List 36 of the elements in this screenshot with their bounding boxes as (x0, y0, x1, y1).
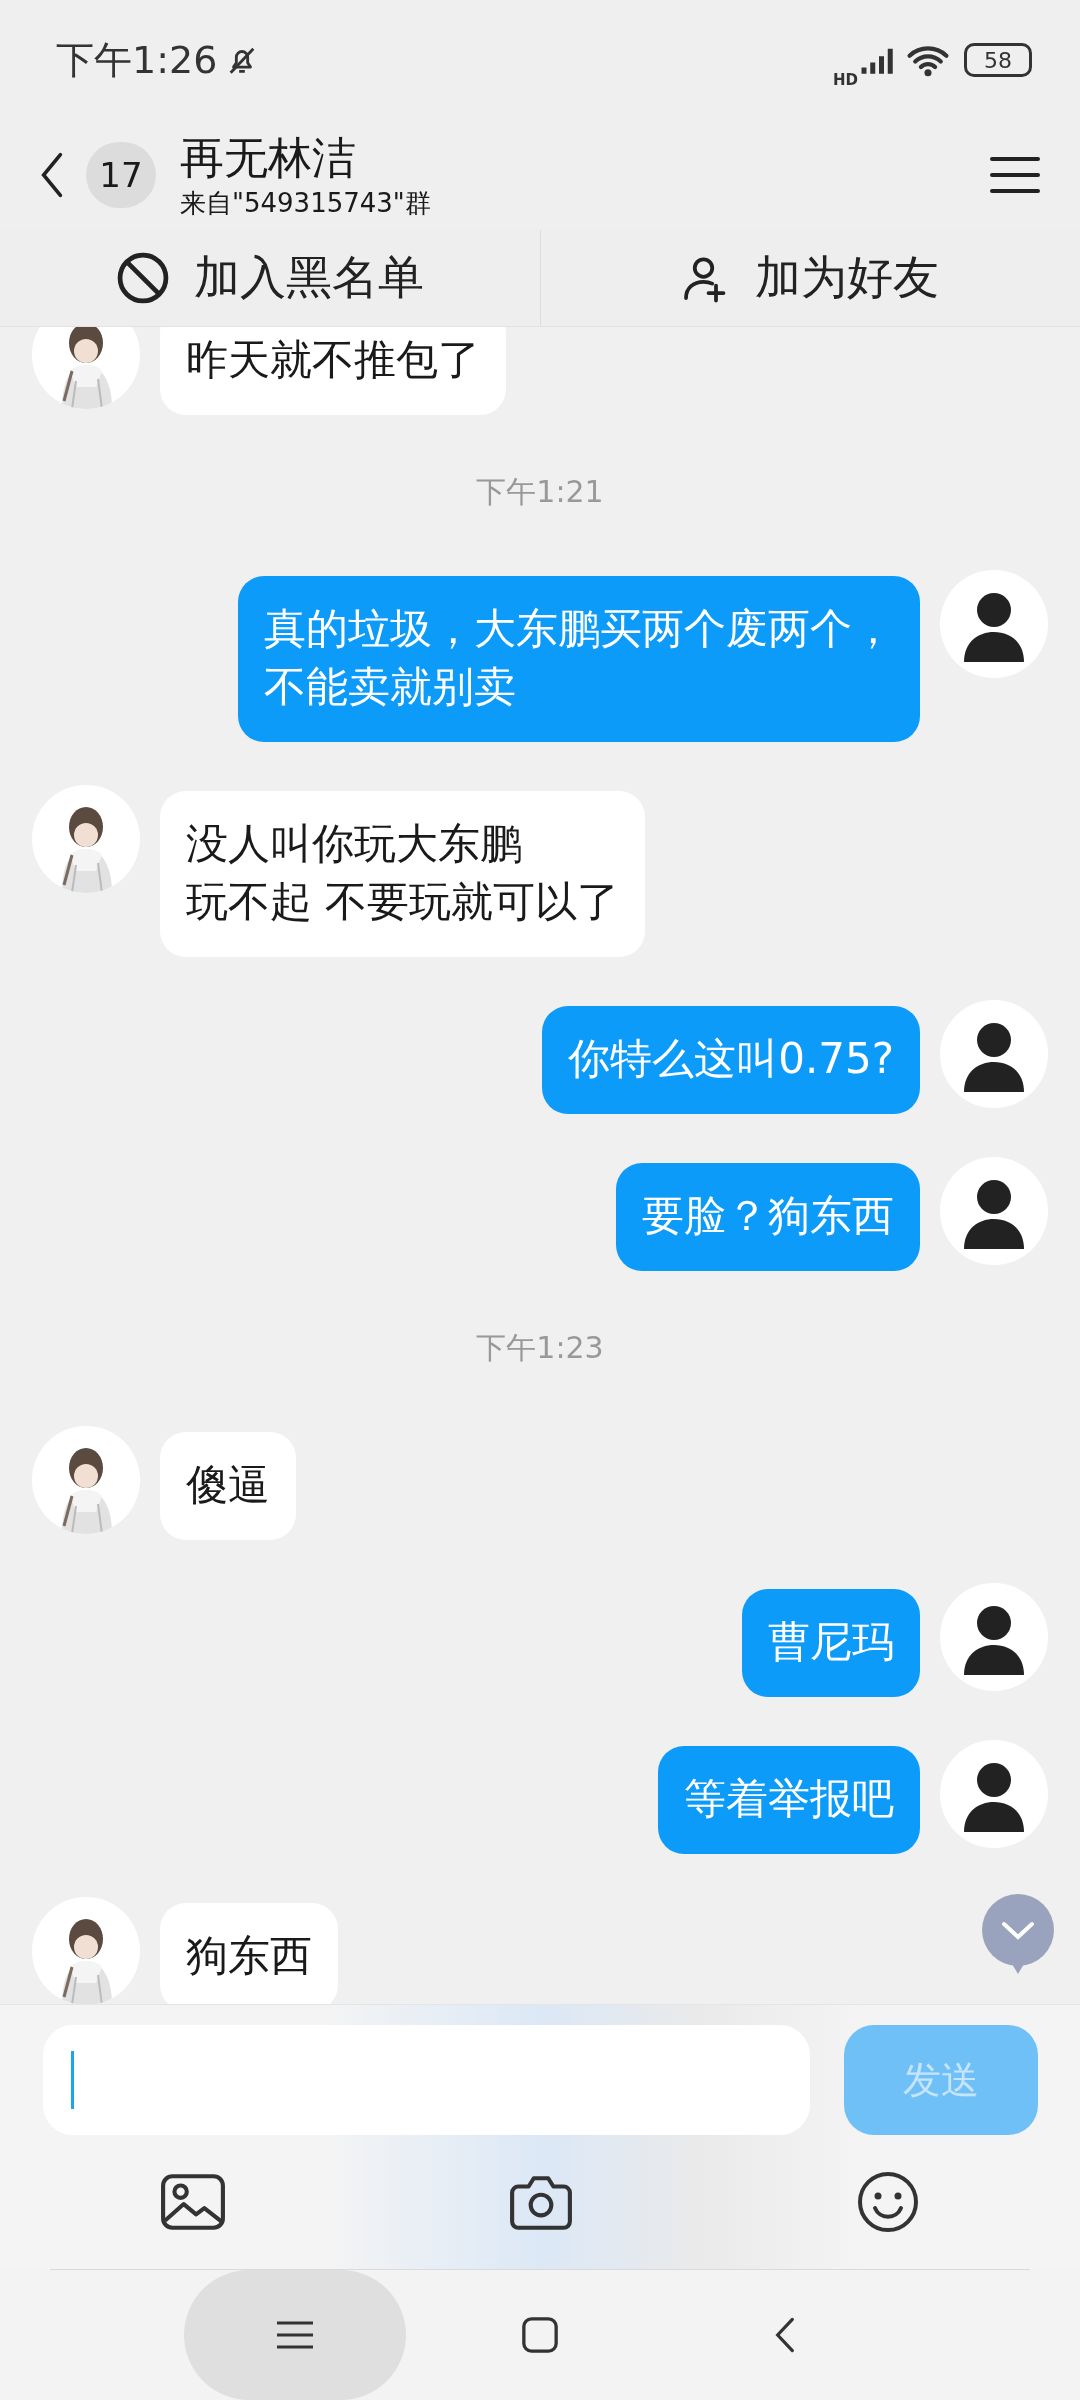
camera-icon[interactable] (508, 2173, 574, 2231)
battery-indicator: 58 (964, 43, 1032, 77)
wifi-icon (906, 43, 950, 77)
message-line: 傻逼 (186, 1459, 270, 1511)
avatar-icon (940, 1583, 1048, 1691)
chat-subtitle: 来自"549315743"群 (180, 187, 432, 220)
message-line: 狗东西 (186, 1930, 312, 1982)
emoji-icon[interactable] (856, 2170, 920, 2234)
avatar-icon (940, 570, 1048, 678)
unread-count-badge: 17 (86, 142, 156, 208)
message-line: 没人叫你玩大东鹏 (186, 818, 523, 870)
network-label: HD (833, 71, 858, 89)
add-friend-button[interactable]: 加为好友 (539, 230, 1080, 326)
back-button[interactable] (774, 2316, 796, 2354)
timestamp: 下午1:23 (476, 1329, 604, 1367)
blacklist-button[interactable]: 加入黑名单 (0, 230, 540, 326)
message-line: 要脸？狗东西 (642, 1190, 894, 1242)
menu-icon (275, 2320, 315, 2350)
avatar-icon (940, 1740, 1048, 1848)
status-time: 下午1:26 (56, 36, 218, 84)
message-input[interactable] (43, 2025, 810, 2135)
message-line: 不能卖就别卖 (264, 661, 517, 713)
message-line: 玩不起 不要玩就可以了 (186, 876, 620, 928)
chat-title: 再无林洁 (180, 131, 357, 185)
message-line: 曹尼玛 (768, 1616, 894, 1668)
message-line: 你特么这叫0.75? (568, 1033, 894, 1085)
menu-icon[interactable] (990, 155, 1040, 195)
timestamp: 下午1:21 (476, 473, 604, 511)
block-icon (115, 251, 170, 305)
avatar-icon (940, 1157, 1048, 1265)
home-button[interactable] (521, 2316, 559, 2354)
message-line: 等着举报吧 (684, 1773, 894, 1825)
message-line: 昨天就不推包了 (186, 334, 480, 386)
avatar-icon (940, 1000, 1048, 1108)
message-line: 真的垃圾，大东鹏买两个废两个， (264, 603, 894, 655)
image-icon[interactable] (160, 2173, 226, 2231)
